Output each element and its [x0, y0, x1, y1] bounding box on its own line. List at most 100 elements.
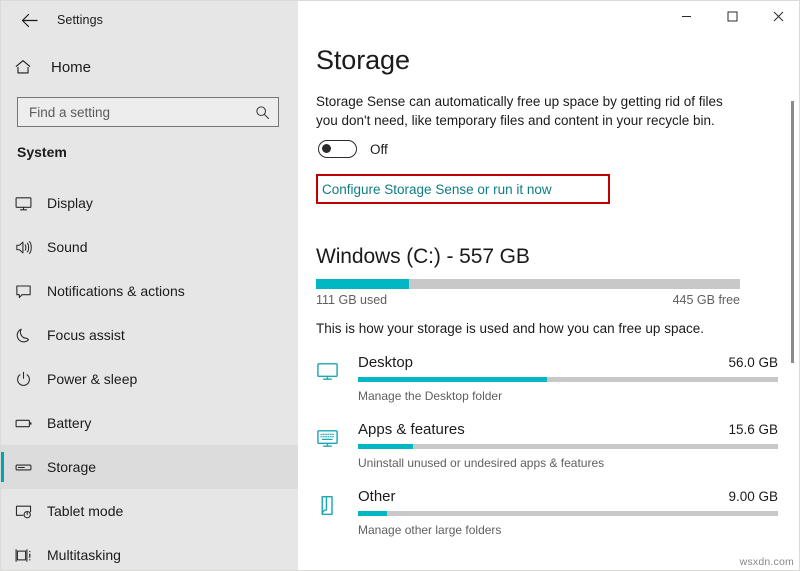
selection-indicator [1, 364, 4, 394]
main-content-pane: Storage Storage Sense can automatically … [298, 1, 800, 571]
sidebar-item-power-sleep[interactable]: Power & sleep [1, 357, 298, 401]
category-header: Other 9.00 GB [358, 488, 778, 505]
maximize-button[interactable] [709, 1, 755, 31]
storage-category-list: Desktop 56.0 GB Manage the Desktop folde… [316, 354, 771, 537]
category-usage-fill [358, 444, 413, 449]
search-box[interactable] [17, 97, 279, 127]
selection-indicator [1, 452, 4, 482]
drive-usage-fill [316, 279, 409, 289]
tablet-icon [1, 502, 45, 521]
search-input[interactable] [29, 105, 255, 120]
sidebar-home-label: Home [51, 59, 91, 76]
category-body: Other 9.00 GB Manage other large folders [358, 488, 778, 537]
minimize-button[interactable] [663, 1, 709, 31]
sidebar-label: Multitasking [47, 547, 121, 563]
drive-usage-bar [316, 279, 740, 289]
sidebar: Settings Home Syste [1, 1, 298, 571]
category-header: Desktop 56.0 GB [358, 354, 778, 371]
sidebar-item-tablet-mode[interactable]: Tablet mode [1, 489, 298, 533]
storage-category-apps-features[interactable]: Apps & features 15.6 GB Uninstall unused… [316, 421, 771, 470]
selection-indicator [1, 188, 4, 218]
drive-usage-labels: 111 GB used 445 GB free [316, 293, 740, 307]
sidebar-label: Tablet mode [47, 503, 123, 519]
drive-usage-note: This is how your storage is used and how… [316, 321, 771, 336]
back-arrow-icon [21, 13, 38, 28]
window-controls [663, 1, 800, 31]
configure-storage-sense-link[interactable]: Configure Storage Sense or run it now [322, 182, 552, 197]
close-button[interactable] [755, 1, 800, 31]
sidebar-item-display[interactable]: Display [1, 181, 298, 225]
sidebar-label: Focus assist [47, 327, 125, 343]
sidebar-item-notifications[interactable]: Notifications & actions [1, 269, 298, 313]
storage-content: Storage Storage Sense can automatically … [316, 45, 771, 555]
selection-indicator [1, 540, 4, 570]
power-icon [1, 370, 45, 389]
category-usage-bar [358, 444, 778, 449]
close-icon [773, 11, 784, 22]
sidebar-item-focus-assist[interactable]: Focus assist [1, 313, 298, 357]
storage-category-desktop[interactable]: Desktop 56.0 GB Manage the Desktop folde… [316, 354, 771, 403]
category-name: Desktop [358, 354, 413, 371]
page-title: Storage [316, 45, 771, 76]
sidebar-item-multitasking[interactable]: Multitasking [1, 533, 298, 571]
search-container [17, 97, 279, 127]
scrollbar-thumb[interactable] [791, 101, 794, 363]
watermark: wsxdn.com [740, 556, 794, 568]
sidebar-label: Storage [47, 459, 96, 475]
maximize-icon [727, 11, 738, 22]
category-size: 56.0 GB [728, 355, 778, 370]
configure-link-highlight: Configure Storage Sense or run it now [316, 174, 610, 204]
speaker-icon [1, 238, 45, 257]
category-usage-bar [358, 511, 778, 516]
sidebar-label: Notifications & actions [47, 283, 185, 299]
sidebar-item-home[interactable]: Home [1, 49, 298, 85]
notification-icon [1, 282, 45, 301]
drive-free-label: 445 GB free [673, 293, 740, 307]
selection-indicator [1, 276, 4, 306]
category-size: 9.00 GB [728, 489, 778, 504]
sidebar-nav-list: Display Sound [1, 181, 298, 571]
toggle-knob [322, 144, 331, 153]
back-button[interactable] [7, 4, 51, 36]
multitasking-icon [1, 546, 45, 565]
folder-icon [316, 488, 358, 537]
category-subtitle: Manage the Desktop folder [358, 389, 778, 403]
category-size: 15.6 GB [728, 422, 778, 437]
category-header: Apps & features 15.6 GB [358, 421, 778, 438]
minimize-icon [681, 11, 692, 22]
category-usage-fill [358, 511, 387, 516]
sidebar-item-battery[interactable]: Battery [1, 401, 298, 445]
storage-category-other[interactable]: Other 9.00 GB Manage other large folders [316, 488, 771, 537]
drive-used-label: 111 GB used [316, 293, 387, 307]
sidebar-label: Display [47, 195, 93, 211]
app-title: Settings [57, 13, 103, 27]
moon-icon [1, 326, 45, 345]
selection-indicator [1, 232, 4, 262]
monitor-icon [316, 354, 358, 403]
sidebar-label: Power & sleep [47, 371, 137, 387]
category-usage-fill [358, 377, 547, 382]
storage-sense-toggle-row: Off [318, 140, 771, 158]
settings-window: Settings Home Syste [0, 0, 800, 571]
toggle-state-label: Off [370, 142, 388, 157]
sidebar-titlebar: Settings [1, 1, 298, 39]
drive-icon [1, 458, 45, 477]
search-icon[interactable] [255, 105, 270, 120]
selection-indicator [1, 408, 4, 438]
apps-icon [316, 421, 358, 470]
sidebar-section-header: System [17, 144, 67, 160]
scrollbar-track[interactable] [787, 39, 799, 559]
category-name: Other [358, 488, 396, 505]
category-body: Apps & features 15.6 GB Uninstall unused… [358, 421, 778, 470]
category-name: Apps & features [358, 421, 465, 438]
category-subtitle: Manage other large folders [358, 523, 778, 537]
sidebar-item-sound[interactable]: Sound [1, 225, 298, 269]
battery-icon [1, 414, 45, 433]
monitor-icon [1, 194, 45, 213]
sidebar-item-storage[interactable]: Storage [1, 445, 298, 489]
home-icon [1, 58, 45, 76]
category-usage-bar [358, 377, 778, 382]
storage-sense-toggle[interactable] [318, 140, 357, 158]
storage-sense-description: Storage Sense can automatically free up … [316, 92, 726, 130]
sidebar-label: Battery [47, 415, 91, 431]
